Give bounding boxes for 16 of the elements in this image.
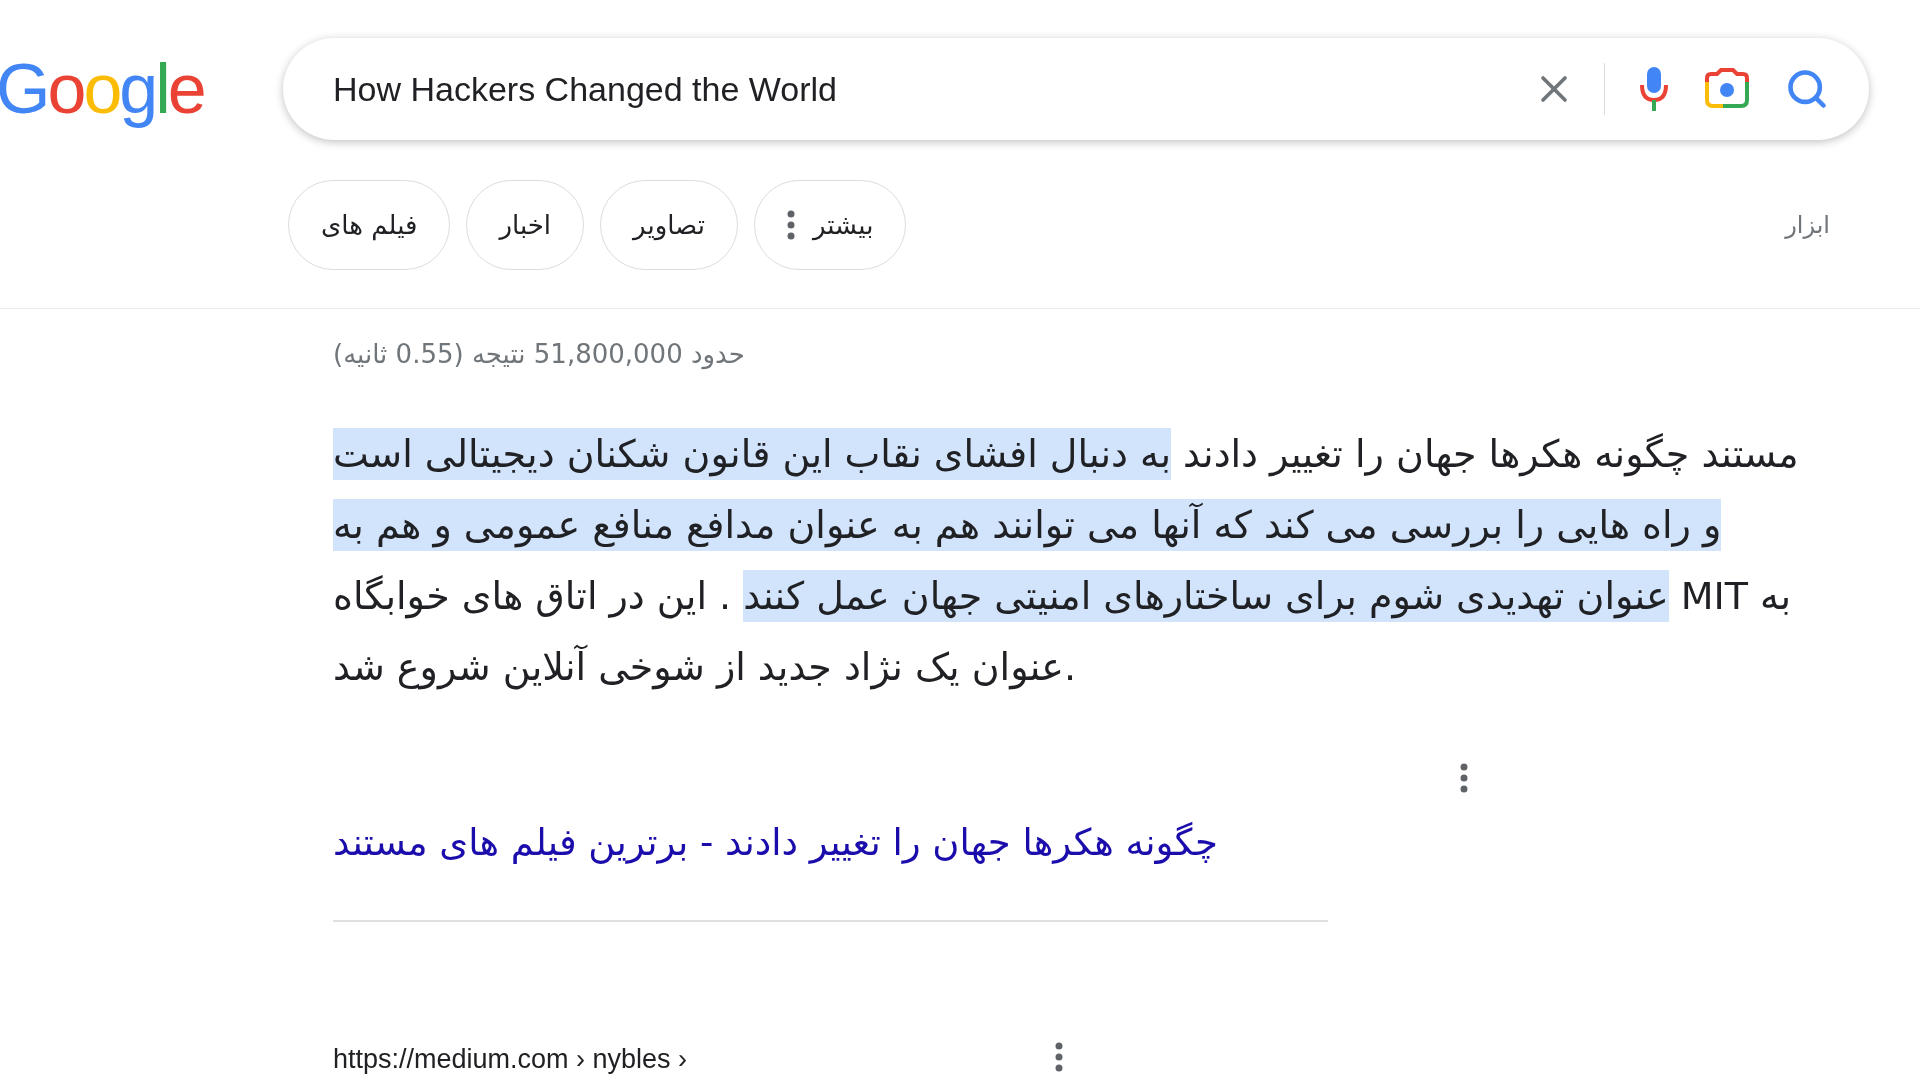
result-title-link[interactable]: چگونه هکرها جهان را تغییر دادند - برترین فیلم های مستند bbox=[333, 821, 1218, 864]
tools-button[interactable]: ابزار bbox=[1779, 210, 1836, 240]
filter-chip[interactable]: بیشتر bbox=[753, 180, 907, 270]
microphone-icon[interactable] bbox=[1639, 65, 1669, 113]
more-icon[interactable] bbox=[1460, 763, 1468, 793]
camera-icon[interactable] bbox=[1703, 68, 1751, 110]
filter-chip[interactable]: اخبار bbox=[466, 180, 585, 270]
result-url[interactable]: https://medium.com › nybles › bbox=[333, 1043, 688, 1075]
filter-chip[interactable]: فیلم های bbox=[288, 180, 451, 270]
more-icon[interactable] bbox=[1055, 1042, 1063, 1072]
more-icon bbox=[786, 210, 795, 240]
search-field[interactable]: How Hackers Changed the World bbox=[331, 68, 1498, 110]
filter-chip[interactable]: تصاویر bbox=[600, 180, 738, 270]
result-stats: حدود 51,800,000 نتیجه (0.55 ثانیه) bbox=[333, 339, 745, 369]
search-icon[interactable] bbox=[1785, 67, 1829, 111]
google-logo[interactable]: Google bbox=[0, 49, 283, 129]
